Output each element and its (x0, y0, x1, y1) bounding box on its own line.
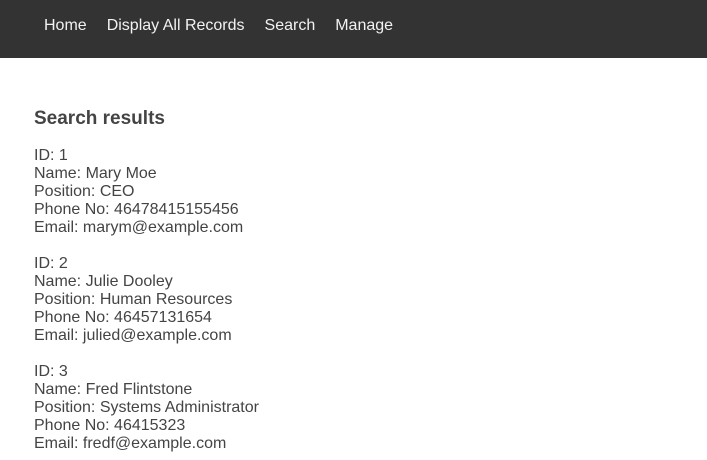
record-item: ID: 2 Name: Julie Dooley Position: Human… (34, 255, 707, 345)
record-phone: Phone No: 46457131654 (34, 309, 212, 326)
record-name: Name: Fred Flintstone (34, 381, 193, 398)
record-position: Position: Human Resources (34, 291, 233, 308)
record-id: ID: 1 (34, 147, 68, 164)
nav-home-link[interactable]: Home (34, 17, 97, 35)
record-email: Email: marym@example.com (34, 219, 244, 236)
top-navbar: Home Display All Records Search Manage (0, 0, 707, 58)
page-title: Search results (34, 108, 165, 129)
record-phone: Phone No: 46415323 (34, 417, 186, 434)
nav-display-all-records-link[interactable]: Display All Records (97, 17, 255, 35)
record-item: ID: 1 Name: Mary Moe Position: CEO Phone… (34, 147, 707, 237)
nav-search-link[interactable]: Search (255, 17, 326, 35)
record-id: ID: 3 (34, 363, 68, 380)
record-name: Name: Mary Moe (34, 165, 157, 182)
record-position: Position: CEO (34, 183, 135, 200)
record-position: Position: Systems Administrator (34, 399, 259, 416)
main-content: Search results ID: 1 Name: Mary Moe Posi… (0, 108, 707, 453)
record-id: ID: 2 (34, 255, 68, 272)
record-email: Email: fredf@example.com (34, 435, 227, 452)
record-name: Name: Julie Dooley (34, 273, 173, 290)
nav-manage-link[interactable]: Manage (325, 17, 403, 35)
record-email: Email: julied@example.com (34, 327, 232, 344)
record-phone: Phone No: 46478415155456 (34, 201, 239, 218)
record-item: ID: 3 Name: Fred Flintstone Position: Sy… (34, 363, 707, 453)
search-results-list: ID: 1 Name: Mary Moe Position: CEO Phone… (34, 147, 707, 453)
